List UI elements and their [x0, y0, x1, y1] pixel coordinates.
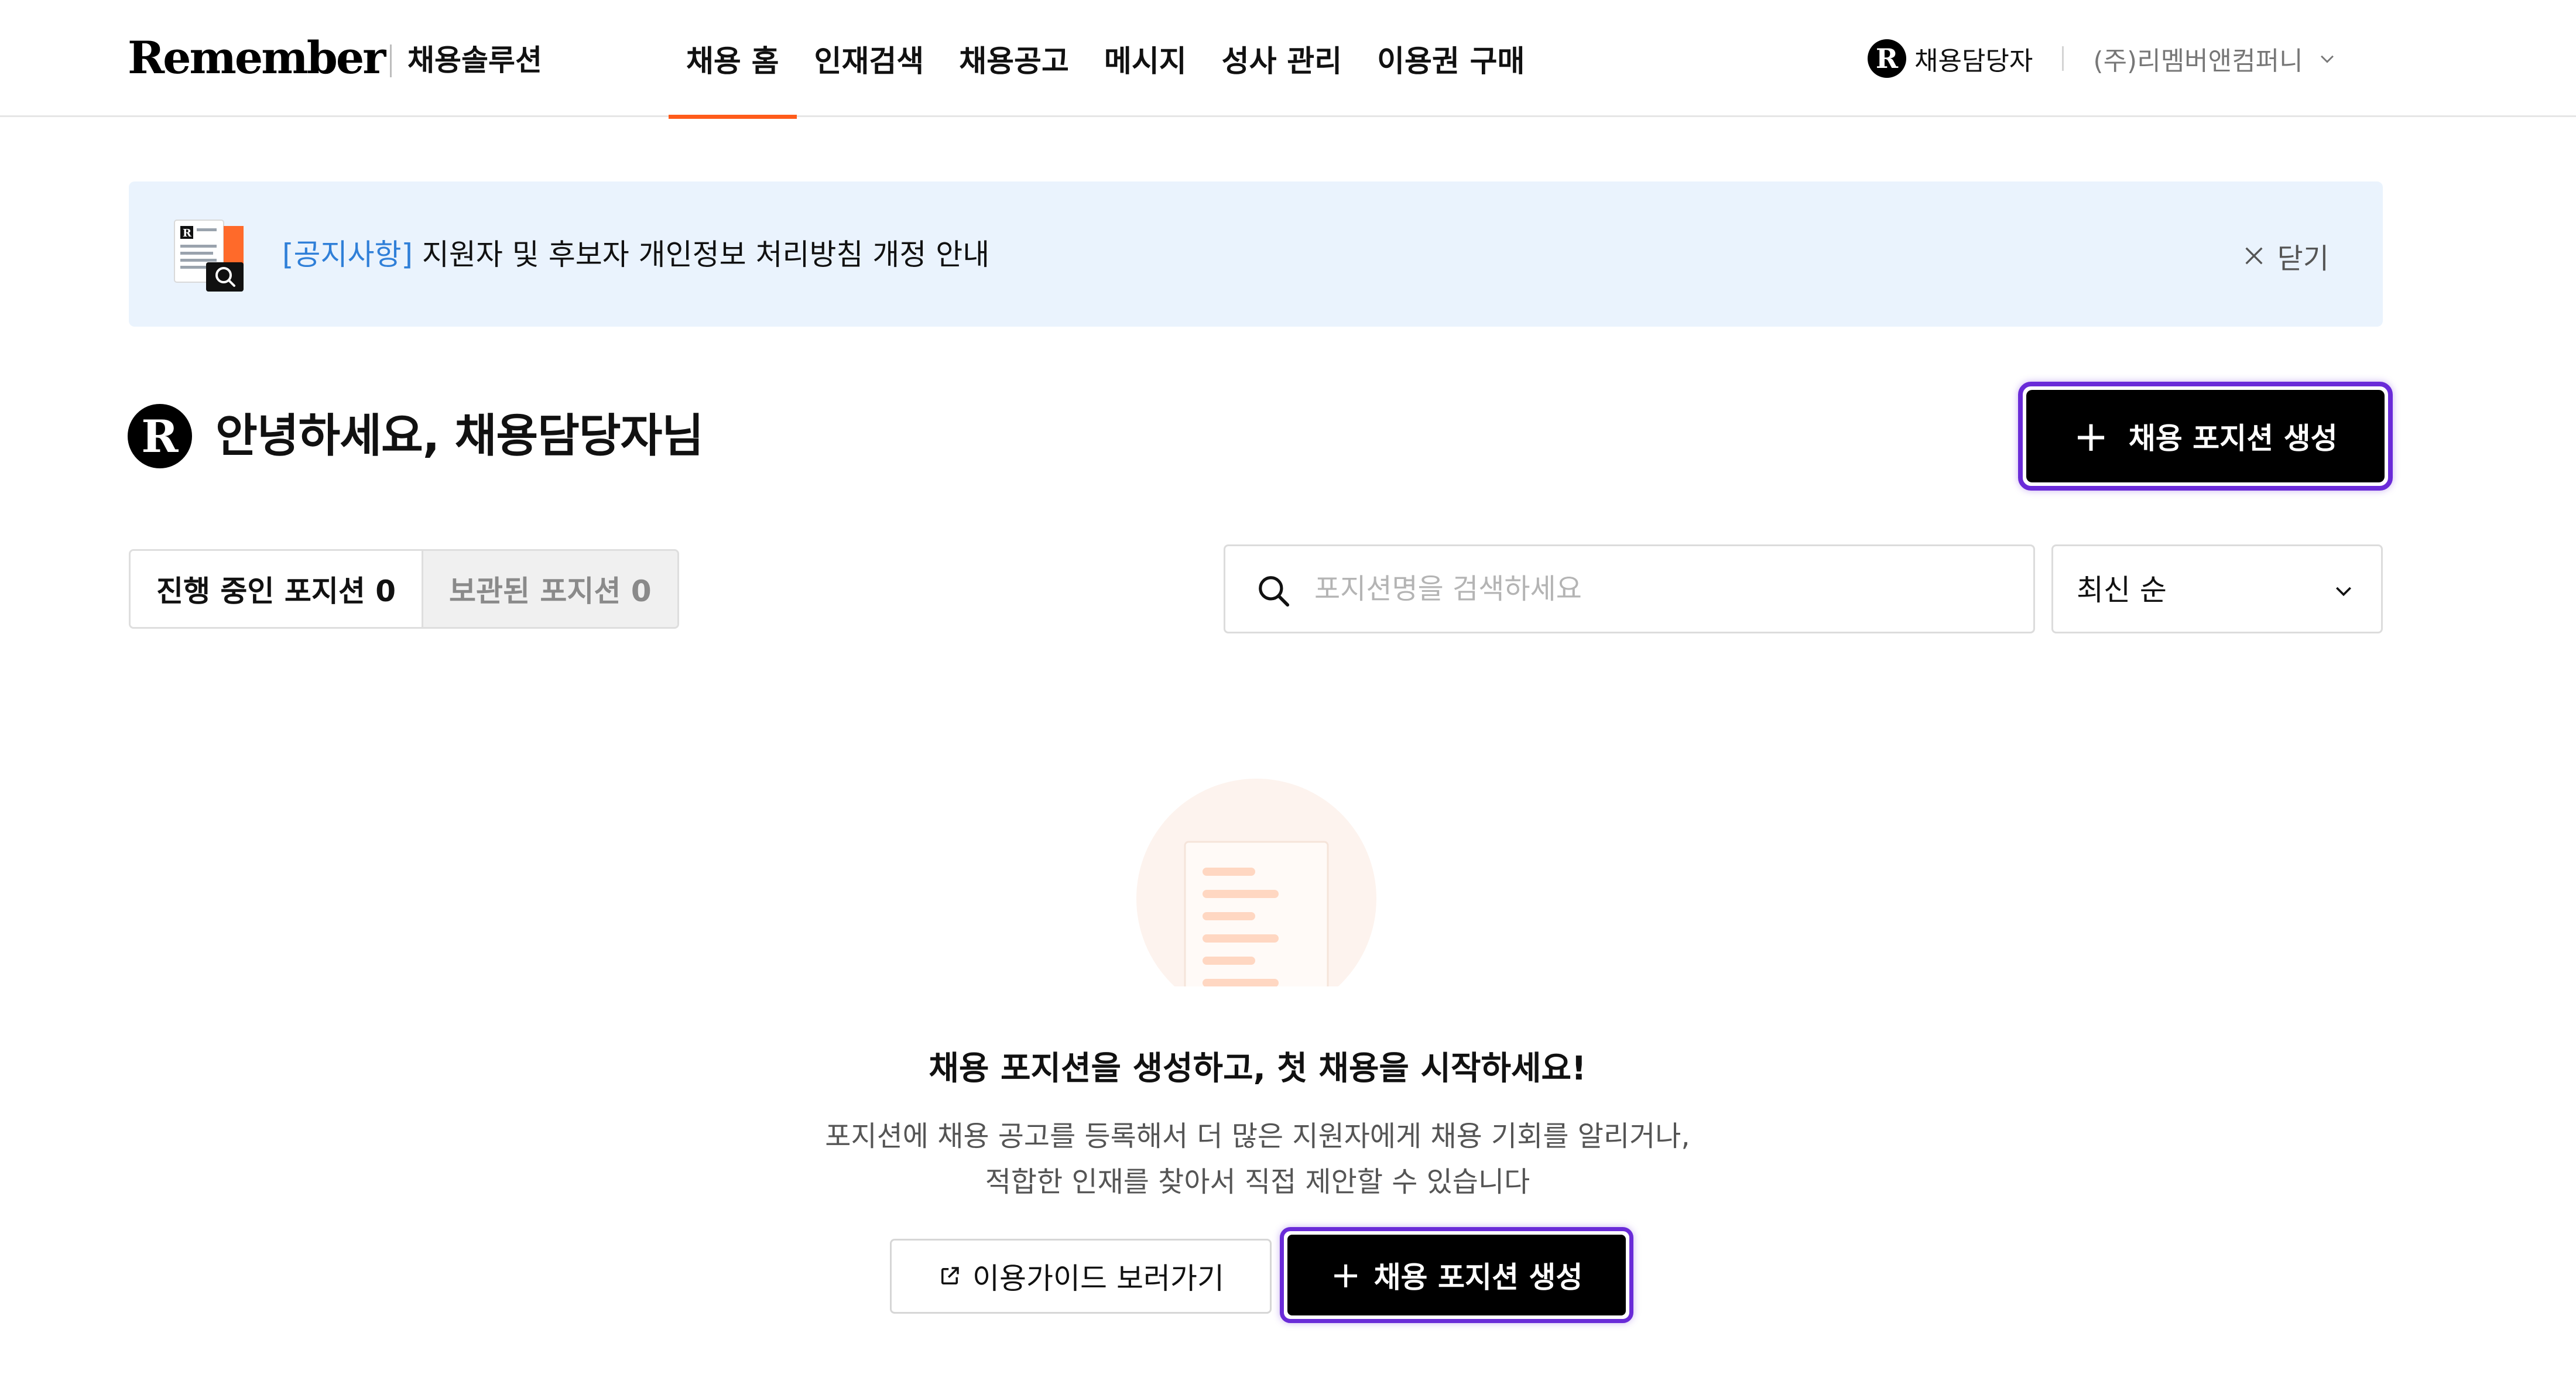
company-name: (주)리멤버앤컴퍼니: [2093, 46, 2303, 76]
notice-tag[interactable]: [공지사항]: [282, 238, 413, 272]
svg-text:R: R: [183, 227, 192, 239]
nav-success-management[interactable]: 성사 관리: [1204, 0, 1359, 117]
notice-close-button[interactable]: 닫기: [2242, 235, 2329, 276]
empty-state-description: 포지션에 채용 공고를 등록해서 더 많은 지원자에게 채용 기회를 알리거나,…: [0, 1113, 2515, 1205]
notice-close-label: 닫기: [2277, 242, 2329, 275]
logo-subtitle: 채용솔루션: [407, 43, 542, 77]
empty-document-illustration: [1136, 779, 1376, 986]
view-guide-label: 이용가이드 보러가기: [972, 1262, 1224, 1296]
empty-create-position-button[interactable]: + 채용 포지션 생성: [1287, 1235, 1626, 1315]
plus-icon: +: [1330, 1253, 1361, 1296]
remember-logo[interactable]: Remember: [128, 32, 386, 84]
greeting-title: 안녕하세요, 채용담당자님: [215, 410, 704, 462]
user-separator: [2062, 46, 2064, 71]
plus-icon: +: [2073, 412, 2109, 461]
position-tabs: 진행 중인 포지션 0 보관된 포지션 0: [129, 549, 679, 629]
nav-recruit-home[interactable]: 채용 홈: [669, 0, 797, 119]
nav-talent-search[interactable]: 인재검색: [797, 0, 942, 117]
empty-state-desc-line2: 적합한 인재를 찾아서 직접 제안할 수 있습니다: [985, 1166, 1530, 1198]
empty-state-desc-line1: 포지션에 채용 공고를 등록해서 더 많은 지원자에게 채용 기회를 알리거나,: [825, 1120, 1690, 1153]
notice-document-search-icon: R: [174, 220, 244, 292]
top-header: Remember 채용솔루션 채용 홈 인재검색 채용공고 메시지 성사 관리 …: [0, 0, 2576, 119]
create-position-label: 채용 포지션 생성: [2128, 422, 2338, 455]
nav-purchase-pass[interactable]: 이용권 구매: [1359, 0, 1542, 117]
main-nav: 채용 홈 인재검색 채용공고 메시지 성사 관리 이용권 구매: [669, 0, 1542, 119]
create-position-button[interactable]: + 채용 포지션 생성: [2026, 390, 2385, 482]
logo-divider: [390, 44, 392, 77]
close-icon: [2245, 247, 2263, 265]
greeting-avatar: R: [128, 404, 192, 468]
empty-create-position-button-wrapper: + 채용 포지션 생성: [1280, 1227, 1633, 1323]
chevron-down-icon: [2336, 587, 2351, 597]
sort-dropdown[interactable]: 최신 순: [2051, 544, 2383, 633]
tab-archived-positions[interactable]: 보관된 포지션 0: [422, 551, 677, 627]
empty-create-position-label: 채용 포지션 생성: [1373, 1260, 1583, 1294]
notice-message[interactable]: [공지사항] 지원자 및 후보자 개인정보 처리방침 개정 안내: [282, 235, 989, 274]
nav-message[interactable]: 메시지: [1087, 0, 1204, 117]
notice-banner: R [공지사항] 지원자 및 후보자 개인정보 처리방침 개정 안내 닫기: [129, 181, 2383, 327]
chevron-down-icon[interactable]: [2317, 49, 2337, 68]
external-link-icon: [941, 1267, 959, 1284]
user-name: 채용담당자: [1914, 46, 2033, 76]
position-search-input[interactable]: [1313, 564, 2004, 614]
search-icon: [1259, 576, 1290, 607]
empty-state-title: 채용 포지션을 생성하고, 첫 채용을 시작하세요!: [929, 1050, 1587, 1088]
user-menu[interactable]: R 채용담당자 (주)리멤버앤컴퍼니: [1868, 35, 2337, 82]
notice-title[interactable]: 지원자 및 후보자 개인정보 처리방침 개정 안내: [413, 238, 989, 272]
tab-active-positions[interactable]: 진행 중인 포지션 0: [131, 551, 422, 627]
sort-selected-label: 최신 순: [2077, 573, 2167, 607]
view-guide-button[interactable]: 이용가이드 보러가기: [890, 1239, 1272, 1314]
create-position-button-wrapper: + 채용 포지션 생성: [2018, 382, 2393, 491]
user-avatar: R: [1868, 39, 1906, 78]
nav-job-posting[interactable]: 채용공고: [941, 0, 1087, 117]
position-search-box: [1224, 544, 2035, 633]
